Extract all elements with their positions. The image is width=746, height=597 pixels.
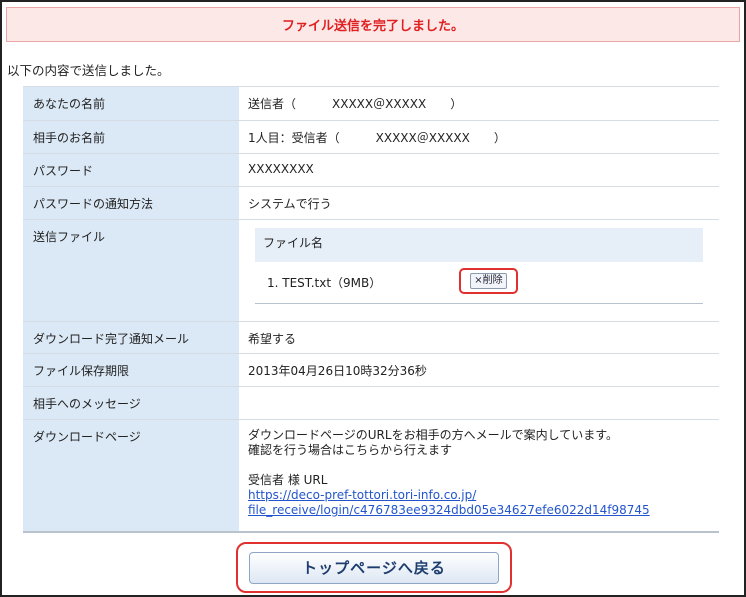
message-value	[239, 386, 719, 420]
completion-mail-label: ダウンロード完了通知メール	[23, 321, 239, 354]
download-url-label: 受信者 様 URL	[248, 473, 328, 487]
expiry-label: ファイル保存期限	[23, 353, 239, 387]
message-label: 相手へのメッセージ	[23, 386, 239, 420]
send-summary-table: あなたの名前 送信者（ XXXXX＠XXXXX ） 相手のお名前 1人目：受信者…	[23, 86, 719, 533]
download-info-line: ダウンロードページのURLをお相手の方へメールで案内しています。	[248, 428, 619, 442]
files-cell: ファイル名 1. TEST.txt（9MB） ×削除	[239, 219, 719, 322]
delete-highlight: ×削除	[459, 268, 518, 294]
files-label: 送信ファイル	[23, 219, 239, 322]
table-row: あなたの名前 送信者（ XXXXX＠XXXXX ）	[23, 86, 719, 121]
table-row: 相手のお名前 1人目：受信者（ XXXXX＠XXXXX ）	[23, 120, 719, 154]
download-page-value: ダウンロードページのURLをお相手の方へメールで案内しています。 確認を行う場合…	[239, 419, 719, 533]
file-row: 1. TEST.txt（9MB） ×削除	[255, 262, 703, 304]
download-info-line: 確認を行う場合はこちらから行えます	[248, 443, 453, 457]
download-url-link[interactable]: file_receive/login/c476783ee9324dbd05e34…	[248, 503, 650, 517]
password-notify-label: パスワードの通知方法	[23, 186, 239, 220]
back-to-top-button[interactable]: トップページへ戻る	[249, 551, 499, 584]
table-row: ファイル保存期限 2013年04月26日10時32分36秒	[23, 353, 719, 387]
page-frame: ファイル送信を完了しました。 以下の内容で送信しました。 あなたの名前 送信者（…	[0, 0, 746, 597]
password-value: XXXXXXXX	[239, 153, 719, 187]
table-row: 相手へのメッセージ	[23, 386, 719, 420]
recipient-label: 相手のお名前	[23, 120, 239, 154]
sender-value: 送信者（ XXXXX＠XXXXX ）	[239, 86, 719, 121]
top-button-highlight: トップページへ戻る	[236, 542, 512, 593]
recipient-value: 1人目：受信者（ XXXXX＠XXXXX ）	[239, 120, 719, 154]
sender-label: あなたの名前	[23, 86, 239, 121]
table-row: 送信ファイル ファイル名 1. TEST.txt（9MB） ×削除	[23, 219, 719, 322]
password-label: パスワード	[23, 153, 239, 187]
completion-mail-value: 希望する	[239, 321, 719, 354]
intro-text: 以下の内容で送信しました。	[7, 63, 170, 78]
table-row: パスワードの通知方法 システムで行う	[23, 186, 719, 220]
download-url-link[interactable]: https://deco-pref-tottori.tori-info.co.j…	[248, 488, 476, 502]
table-row: ダウンロードページ ダウンロードページのURLをお相手の方へメールで案内していま…	[23, 419, 719, 533]
delete-file-button[interactable]: ×削除	[470, 273, 507, 289]
file-list-header: ファイル名	[255, 228, 703, 262]
success-banner: ファイル送信を完了しました。	[6, 7, 740, 42]
download-page-label: ダウンロードページ	[23, 419, 239, 533]
file-name: 1. TEST.txt（9MB）	[267, 276, 382, 290]
table-row: ダウンロード完了通知メール 希望する	[23, 321, 719, 354]
password-notify-value: システムで行う	[239, 186, 719, 220]
file-list: ファイル名 1. TEST.txt（9MB） ×削除	[255, 228, 703, 304]
expiry-value: 2013年04月26日10時32分36秒	[239, 353, 719, 387]
table-row: パスワード XXXXXXXX	[23, 153, 719, 187]
